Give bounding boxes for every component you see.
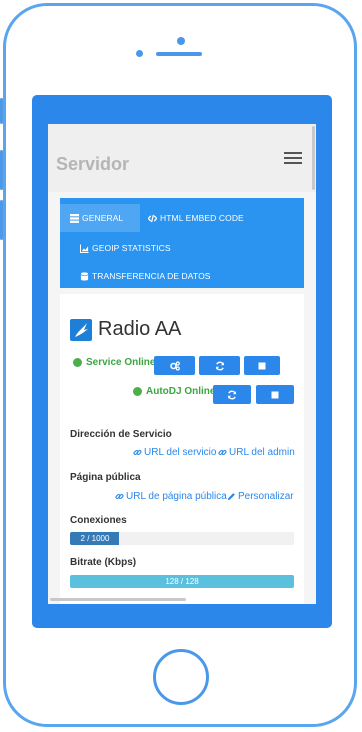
stop-icon <box>271 391 279 398</box>
tab-bar: GENERAL HTML EMBED CODE GEOIP STATISTICS… <box>60 198 304 288</box>
refresh-icon <box>215 361 224 370</box>
service-url-link[interactable]: URL del servicio <box>133 447 216 458</box>
autodj-status: AutoDJ Online <box>133 386 215 397</box>
online-dot-icon <box>133 387 142 396</box>
autodj-status-label: AutoDJ Online <box>146 386 216 397</box>
phone-camera <box>177 37 185 45</box>
public-page-label: Página pública <box>70 472 141 483</box>
tab-general[interactable]: GENERAL <box>60 204 140 232</box>
stop-icon <box>258 362 266 369</box>
phone-volume-down <box>0 200 3 240</box>
hamburger-menu-icon[interactable] <box>284 152 302 164</box>
horizontal-scrollbar[interactable] <box>50 598 186 601</box>
admin-url-link[interactable]: URL del admin <box>218 447 295 458</box>
link-icon <box>218 449 227 456</box>
refresh-icon <box>227 390 237 399</box>
phone-mute-switch <box>0 98 3 124</box>
area-chart-icon <box>80 243 89 253</box>
bitrate-label: Bitrate (Kbps) <box>70 557 137 568</box>
tab-geoip-statistics-label: GEOIP STATISTICS <box>92 243 171 253</box>
tab-html-embed-code[interactable]: HTML EMBED CODE <box>148 204 298 232</box>
connections-progress-text: 2 / 1000 <box>80 534 110 543</box>
bitrate-progress: 128 / 128 <box>70 575 294 588</box>
phone-home-button[interactable] <box>153 649 209 705</box>
autodj-stop-button[interactable] <box>256 385 294 404</box>
service-status: Service Online <box>73 357 155 368</box>
autodj-restart-button[interactable] <box>213 385 251 404</box>
service-address-label: Dirección de Servicio <box>70 429 172 440</box>
tab-html-embed-code-label: HTML EMBED CODE <box>160 213 244 223</box>
bitrate-progress-text: 128 / 128 <box>165 577 199 586</box>
admin-url-label: URL del admin <box>229 447 295 458</box>
customize-link[interactable]: Personalizar <box>227 491 294 502</box>
list-icon <box>70 213 79 223</box>
vertical-scrollbar[interactable] <box>312 126 315 190</box>
pencil-icon <box>227 493 235 501</box>
tab-geoip-statistics[interactable]: GEOIP STATISTICS <box>80 234 280 262</box>
server-card: Radio AA Service Online AutoDJ Online Di… <box>60 294 304 604</box>
phone-speaker <box>156 52 202 56</box>
public-page-url-link[interactable]: URL de página pública <box>115 491 227 502</box>
connections-label: Conexiones <box>70 515 127 526</box>
public-page-url-label: URL de página pública <box>126 491 227 502</box>
tab-general-label: GENERAL <box>82 213 124 223</box>
service-restart-button[interactable] <box>199 356 240 375</box>
tab-transferencia-de-datos[interactable]: TRANSFERENCIA DE DATOS <box>80 262 300 290</box>
radio-brand-icon <box>70 319 92 341</box>
page-title: Servidor <box>56 154 130 174</box>
database-icon <box>80 271 89 281</box>
tab-transferencia-de-datos-label: TRANSFERENCIA DE DATOS <box>92 271 211 281</box>
code-icon <box>148 214 157 222</box>
service-stop-button[interactable] <box>244 356 280 375</box>
cogs-icon <box>169 360 180 371</box>
app-screen: Servidor GENERAL HTML EMBED CODE GEOIP S… <box>48 124 316 604</box>
top-app-bar: Servidor <box>48 124 316 192</box>
link-icon <box>115 493 124 500</box>
service-status-label: Service Online <box>86 357 156 368</box>
phone-volume-up <box>0 150 3 190</box>
customize-label: Personalizar <box>238 491 294 502</box>
online-dot-icon <box>73 358 82 367</box>
service-settings-button[interactable] <box>154 356 195 375</box>
phone-sensor <box>136 50 143 57</box>
link-icon <box>133 449 142 456</box>
service-url-label: URL del servicio <box>144 447 217 458</box>
station-name: Radio AA <box>98 318 182 340</box>
connections-progress: 2 / 1000 <box>70 532 294 545</box>
